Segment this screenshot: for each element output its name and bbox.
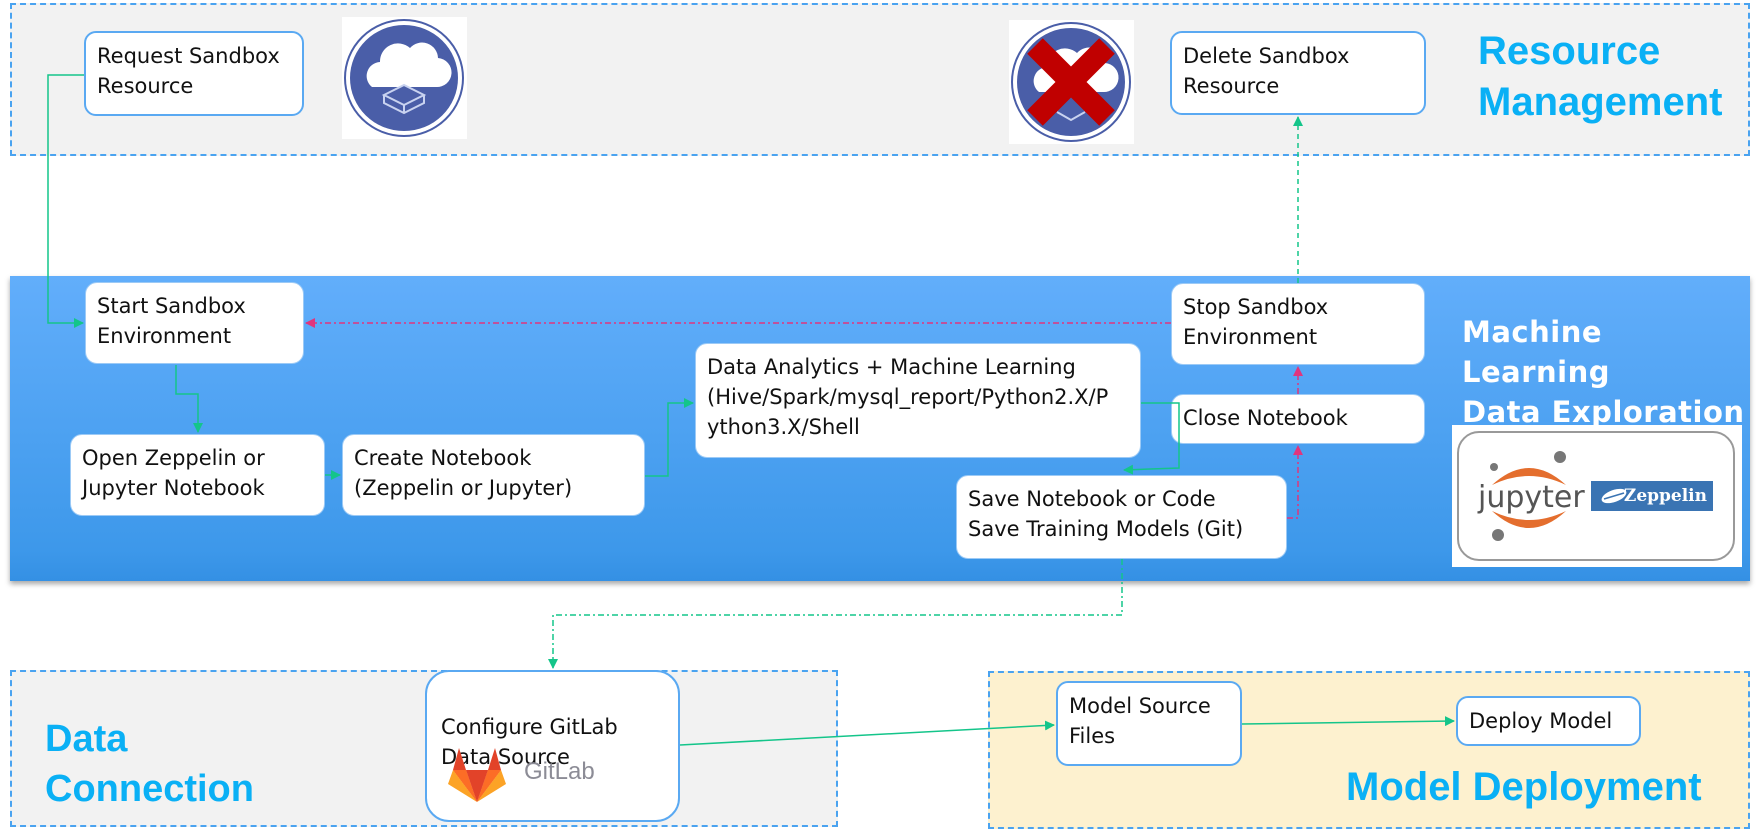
gitlab-logo: GitLab [448, 748, 603, 804]
node-stop-sandbox-environment[interactable]: Stop Sandbox Environment [1171, 283, 1425, 365]
node-start-sandbox-environment[interactable]: Start Sandbox Environment [85, 282, 304, 364]
zeppelin-logo: Zeppelin [1591, 481, 1713, 511]
cloud-sandbox-delete-icon [1009, 20, 1134, 144]
node-create-notebook[interactable]: Create Notebook (Zeppelin or Jupyter) [342, 434, 645, 516]
node-data-analytics-ml[interactable]: Data Analytics + Machine Learning (Hive/… [695, 343, 1141, 458]
group-title-model-deployment: Model Deployment [1346, 765, 1702, 809]
node-delete-sandbox-resource[interactable]: Delete Sandbox Resource [1170, 31, 1426, 115]
node-open-notebook[interactable]: Open Zeppelin or Jupyter Notebook [70, 434, 325, 516]
jupyter-logo: jupyter [1474, 447, 1585, 547]
notebook-logos: jupyter Zeppelin [1452, 425, 1742, 567]
node-request-sandbox-resource[interactable]: Request Sandbox Resource [84, 31, 304, 116]
node-save-notebook-code[interactable]: Save Notebook or Code Save Training Mode… [956, 475, 1287, 559]
node-model-source-files[interactable]: Model Source Files [1056, 681, 1242, 766]
node-close-notebook[interactable]: Close Notebook [1171, 394, 1425, 444]
group-title-data-connection: Data Connection [45, 718, 254, 810]
group-title-ml-data-exploration: Machine Learning Data Exploration [1462, 315, 1745, 429]
group-title-resource-management: Resource Management [1478, 29, 1723, 124]
cloud-sandbox-icon [342, 17, 467, 139]
node-deploy-model[interactable]: Deploy Model [1456, 696, 1641, 746]
